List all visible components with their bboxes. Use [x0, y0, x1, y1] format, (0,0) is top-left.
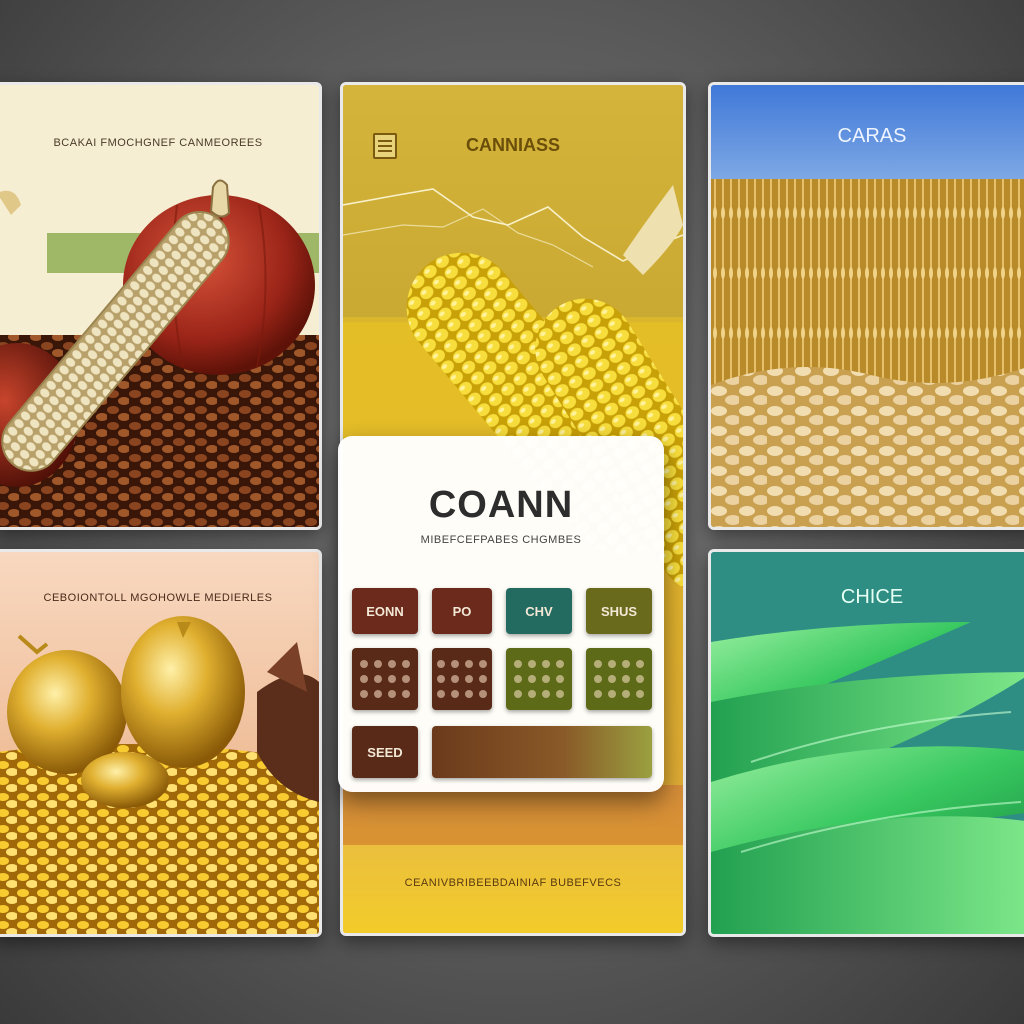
- harvest-illustration: [0, 85, 319, 527]
- tile-shus[interactable]: SHUS: [586, 588, 652, 634]
- corn-overview-card[interactable]: COANN MIBEFCEFPABES CHGMBES EONN PO CHV …: [338, 436, 664, 792]
- tile-wide[interactable]: [432, 726, 652, 778]
- tile-dots-3[interactable]: [506, 648, 572, 710]
- panel-green-leaves[interactable]: CHICE: [708, 549, 1024, 937]
- tile-po[interactable]: PO: [432, 588, 492, 634]
- panel-footer-text: CEANIVBRIBEEBDAINIAF BUBEFVECS: [404, 877, 622, 889]
- tile-dots-1[interactable]: [352, 648, 418, 710]
- tile-label: SHUS: [600, 603, 638, 619]
- dot-grid: [594, 660, 644, 698]
- tile-seed[interactable]: SEED: [352, 726, 418, 778]
- panel-grain-field[interactable]: CARAS: [708, 82, 1024, 530]
- tile-dots-4[interactable]: [586, 648, 652, 710]
- panel-harvest-produce[interactable]: BCAKAI FMOCHGNEF CANMEOREES: [0, 82, 322, 530]
- tile-label: EONN: [366, 603, 404, 619]
- panel-title: CANNIASS: [465, 135, 560, 155]
- dot-grid: [437, 660, 487, 698]
- card-title: COANN: [428, 484, 574, 526]
- tile-eonn[interactable]: EONN: [352, 588, 418, 634]
- panel-title: CARAS: [837, 125, 907, 147]
- card-subtitle: MIBEFCEFPABES CHGMBES: [420, 534, 582, 546]
- dot-grid: [514, 660, 564, 698]
- tile-label: SEED: [367, 744, 403, 760]
- tile-dots-2[interactable]: [432, 648, 492, 710]
- leaves-illustration: [711, 552, 1024, 934]
- wheat-field-illustration: [711, 85, 1024, 527]
- dot-grid: [360, 660, 410, 698]
- panel-title: BCAKAI FMOCHGNEF CANMEOREES: [53, 137, 263, 149]
- panel-title: CEBOIONTOLL MGOHOWLE MEDIERLES: [43, 592, 273, 604]
- golden-produce-illustration: [0, 552, 319, 934]
- tile-label: CHV: [525, 603, 553, 619]
- panel-title: CHICE: [840, 586, 904, 608]
- panel-golden-harvest[interactable]: CEBOIONTOLL MGOHOWLE MEDIERLES: [0, 549, 322, 937]
- tile-chv[interactable]: CHV: [506, 588, 572, 634]
- tile-label: PO: [452, 603, 472, 619]
